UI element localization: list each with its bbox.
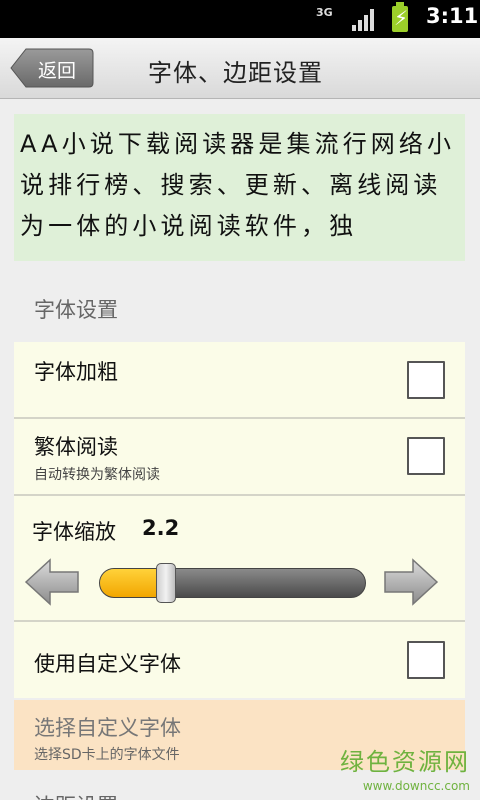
font-scale-value: 2.2	[142, 516, 180, 540]
bold-font-label: 字体加粗	[34, 360, 118, 384]
increase-arrow-icon[interactable]	[383, 558, 439, 606]
app-description: AA小说下载阅读器是集流行网络小说排行榜、搜索、更新、离线阅读为一体的小说阅读软…	[14, 114, 465, 261]
font-scale-row: 字体缩放 2.2	[14, 496, 465, 620]
decrease-arrow-icon[interactable]	[24, 558, 80, 606]
choose-font-subtitle: 选择SD卡上的字体文件	[34, 747, 180, 763]
custom-font-checkbox[interactable]	[407, 641, 445, 679]
watermark-name: 绿色资源网	[340, 748, 470, 776]
font-section-header: 字体设置	[34, 298, 118, 322]
title-bar: 返回 字体、边距设置	[0, 38, 480, 99]
traditional-reading-label: 繁体阅读	[34, 435, 118, 459]
custom-font-label: 使用自定义字体	[34, 652, 181, 676]
status-bar: 3G ⚡ 3:11	[0, 0, 480, 38]
back-button-label: 返回	[38, 60, 77, 82]
traditional-reading-subtitle: 自动转换为繁体阅读	[34, 467, 160, 483]
font-scale-slider[interactable]	[99, 568, 366, 598]
battery-charging-icon: ⚡	[392, 2, 409, 32]
font-settings-card: 字体加粗 繁体阅读 自动转换为繁体阅读 字体缩放 2.2 使用自定义字体	[14, 342, 465, 698]
clock: 3:11	[426, 4, 479, 28]
custom-font-row[interactable]: 使用自定义字体	[14, 622, 465, 698]
font-scale-thumb[interactable]	[156, 563, 176, 603]
traditional-reading-checkbox[interactable]	[407, 437, 445, 475]
choose-font-label: 选择自定义字体	[34, 716, 181, 740]
signal-strength-icon	[352, 9, 376, 31]
bold-font-row[interactable]: 字体加粗	[14, 342, 465, 417]
traditional-reading-row[interactable]: 繁体阅读 自动转换为繁体阅读	[14, 419, 465, 494]
back-button[interactable]: 返回	[10, 48, 94, 88]
network-type-label: 3G	[316, 6, 333, 19]
margin-section-header: 边距设置	[34, 790, 118, 800]
bold-font-checkbox[interactable]	[407, 361, 445, 399]
watermark: 绿色资源网 www.downcc.com	[340, 742, 470, 793]
font-scale-label: 字体缩放	[32, 520, 116, 544]
page-title: 字体、边距设置	[148, 59, 323, 87]
watermark-url: www.downcc.com	[362, 779, 470, 793]
